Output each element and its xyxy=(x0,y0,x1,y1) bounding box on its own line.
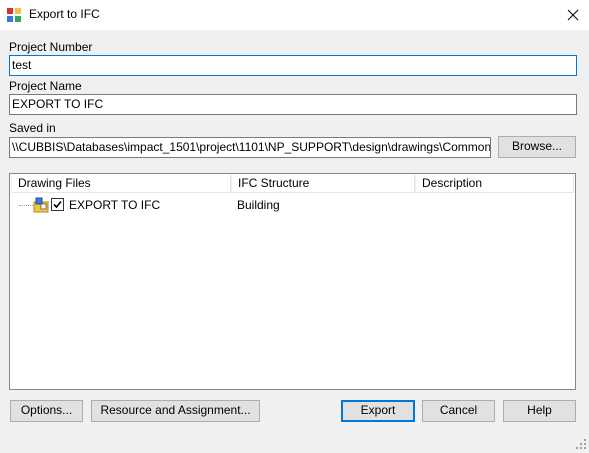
export-button[interactable]: Export xyxy=(341,400,415,422)
resource-assignment-button[interactable]: Resource and Assignment... xyxy=(91,400,260,422)
window-title: Export to IFC xyxy=(29,7,100,21)
app-icon xyxy=(7,8,21,22)
saved-in-field[interactable]: \\CUBBIS\Databases\impact_1501\project\1… xyxy=(9,137,491,158)
help-button[interactable]: Help xyxy=(503,400,576,422)
title-bar: Export to IFC xyxy=(0,0,589,30)
resize-grip-icon[interactable] xyxy=(575,438,587,450)
list-item[interactable]: EXPORT TO IFC Building xyxy=(11,196,574,214)
close-icon[interactable] xyxy=(560,4,586,26)
project-number-field[interactable]: test xyxy=(9,55,577,76)
column-header-description[interactable]: Description xyxy=(415,175,574,193)
project-number-label: Project Number xyxy=(9,40,93,54)
ifc-structure-value: Building xyxy=(237,198,280,212)
cancel-button[interactable]: Cancel xyxy=(422,400,495,422)
column-header-drawing-files[interactable]: Drawing Files xyxy=(11,175,231,193)
list-header: Drawing Files IFC Structure Description xyxy=(11,175,574,193)
drawing-file-name: EXPORT TO IFC xyxy=(69,198,161,212)
drawing-file-icon xyxy=(33,197,49,213)
drawing-files-list[interactable]: Drawing Files IFC Structure Description … xyxy=(9,173,576,390)
options-button[interactable]: Options... xyxy=(10,400,83,422)
saved-in-label: Saved in xyxy=(9,121,56,135)
browse-button[interactable]: Browse... xyxy=(498,136,576,158)
project-name-field[interactable]: EXPORT TO IFC xyxy=(9,94,577,115)
row-checkbox[interactable] xyxy=(51,198,64,211)
checkmark-icon xyxy=(53,200,62,209)
project-name-label: Project Name xyxy=(9,79,82,93)
column-header-ifc-structure[interactable]: IFC Structure xyxy=(231,175,415,193)
